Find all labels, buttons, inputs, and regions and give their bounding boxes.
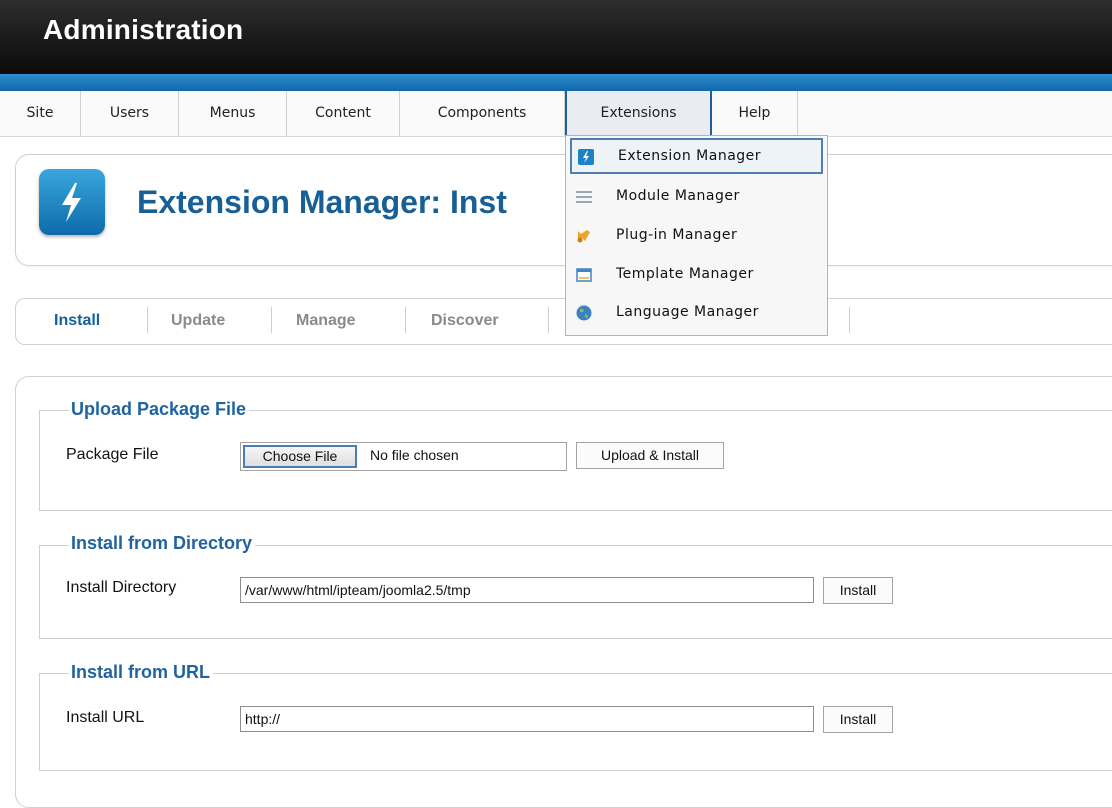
tab-discover[interactable]: Discover [431,312,499,330]
url-legend: Install from URL [69,662,214,683]
module-icon [576,189,592,205]
dropdown-item-label: Module Manager [616,188,740,204]
plugin-icon [576,228,592,244]
header-title: Administration [43,14,244,45]
dropdown-item-module-manager[interactable]: Module Manager [570,180,823,216]
upload-legend: Upload Package File [69,399,250,420]
menu-help[interactable]: Help [712,91,798,136]
dropdown-item-plugin-manager[interactable]: Plug-in Manager [570,219,823,255]
dropdown-item-label: Extension Manager [618,148,762,164]
menu-users[interactable]: Users [81,91,179,136]
dropdown-item-label: Plug-in Manager [616,227,738,243]
install-url-input[interactable]: http:// [240,706,814,732]
tab-manage[interactable]: Manage [296,312,356,330]
install-url-button[interactable]: Install [823,706,893,733]
menu-extensions[interactable]: Extensions [565,91,712,136]
menu-site[interactable]: Site [0,91,81,136]
tab-separator [147,307,148,333]
directory-legend: Install from Directory [69,533,256,554]
dropdown-item-extension-manager[interactable]: Extension Manager [570,138,823,174]
dropdown-item-language-manager[interactable]: Language Manager [570,296,823,332]
dropdown-item-template-manager[interactable]: Template Manager [570,258,823,294]
admin-header: Administration [0,0,1112,74]
extension-icon [578,149,594,165]
page-title: Extension Manager: Inst [137,184,507,220]
tab-separator [271,307,272,333]
tab-separator [849,307,850,333]
menu-components[interactable]: Components [400,91,565,136]
no-file-chosen-text: No file chosen [370,447,459,463]
extensions-dropdown: Extension Manager Module Manager Plug-in… [565,135,828,336]
header-accent-strip [0,74,1112,91]
choose-file-button[interactable]: Choose File [243,445,357,468]
template-icon [576,267,592,283]
dropdown-item-label: Language Manager [616,304,759,320]
package-file-label: Package File [66,446,159,463]
tab-update[interactable]: Update [171,312,225,330]
install-url-label: Install URL [66,709,145,726]
tab-install[interactable]: Install [54,312,100,330]
language-icon [576,305,592,321]
menu-menus[interactable]: Menus [179,91,287,136]
extension-manager-icon [39,169,105,235]
tab-separator [548,307,549,333]
install-directory-label: Install Directory [66,579,177,596]
main-menubar: Site Users Menus Content Components Exte… [0,91,1112,137]
dropdown-item-label: Template Manager [616,266,754,282]
upload-install-button[interactable]: Upload & Install [576,442,724,469]
install-directory-input[interactable]: /var/www/html/ipteam/joomla2.5/tmp [240,577,814,603]
tab-separator [405,307,406,333]
install-directory-button[interactable]: Install [823,577,893,604]
menu-content[interactable]: Content [287,91,400,136]
